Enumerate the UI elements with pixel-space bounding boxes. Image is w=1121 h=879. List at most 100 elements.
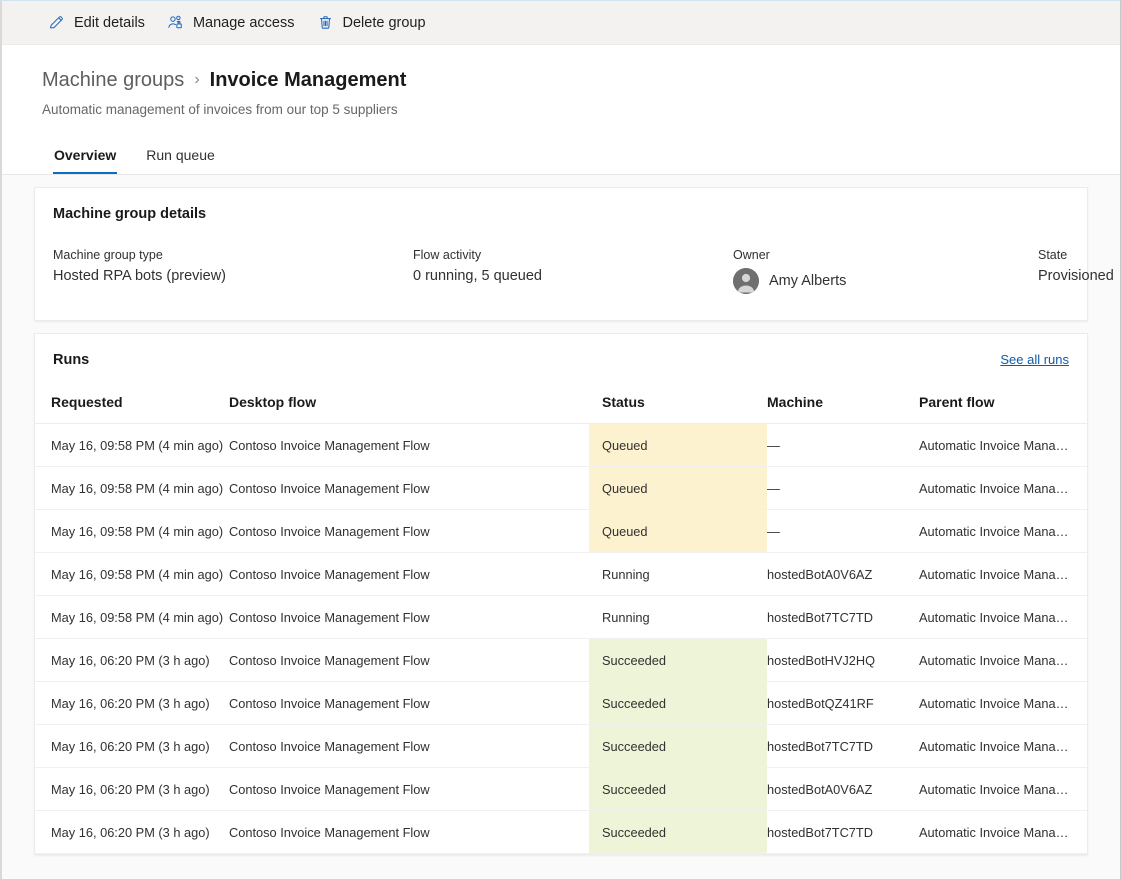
column-header-machine[interactable]: Machine [767, 394, 919, 424]
tab-run-queue[interactable]: Run queue [134, 139, 227, 174]
cell-status: Queued [589, 424, 767, 467]
cell-requested: May 16, 09:58 PM (4 min ago) [35, 424, 229, 467]
detail-label: Machine group type [53, 248, 413, 262]
table-row[interactable]: May 16, 06:20 PM (3 h ago)Contoso Invoic… [35, 768, 1087, 811]
machine-group-page: Edit details Manage access [0, 0, 1121, 879]
tab-list: Overview Run queue [42, 139, 1084, 174]
manage-access-button[interactable]: Manage access [157, 7, 305, 39]
runs-table-body: May 16, 09:58 PM (4 min ago)Contoso Invo… [35, 424, 1087, 854]
detail-state: State Provisioned [1038, 248, 1114, 294]
cell-status: Queued [589, 510, 767, 553]
cell-parent-flow: Automatic Invoice Manage… [919, 811, 1087, 854]
tab-overview-label: Overview [54, 147, 116, 163]
table-row[interactable]: May 16, 09:58 PM (4 min ago)Contoso Invo… [35, 553, 1087, 596]
cell-requested: May 16, 09:58 PM (4 min ago) [35, 467, 229, 510]
cell-parent-flow: Automatic Invoice Manage… [919, 510, 1087, 553]
runs-table: Requested Desktop flow Status Machine Pa… [35, 394, 1087, 854]
edit-details-button[interactable]: Edit details [38, 7, 155, 39]
runs-card: Runs See all runs Requested Desktop flow… [34, 333, 1088, 855]
tab-run-queue-label: Run queue [146, 147, 215, 163]
details-grid: Machine group type Hosted RPA bots (prev… [35, 222, 1087, 320]
table-row[interactable]: May 16, 09:58 PM (4 min ago)Contoso Invo… [35, 467, 1087, 510]
cell-status: Succeeded [589, 639, 767, 682]
cell-status: Succeeded [589, 768, 767, 811]
cell-requested: May 16, 09:58 PM (4 min ago) [35, 596, 229, 639]
tab-overview[interactable]: Overview [42, 139, 128, 174]
cell-machine: hostedBotQZ41RF [767, 682, 919, 725]
cell-desktop-flow: Contoso Invoice Management Flow [229, 596, 589, 639]
cell-status: Queued [589, 467, 767, 510]
detail-label: State [1038, 248, 1114, 262]
cell-parent-flow: Automatic Invoice Manage… [919, 596, 1087, 639]
cell-requested: May 16, 06:20 PM (3 h ago) [35, 811, 229, 854]
detail-owner: Owner Amy Alberts [733, 248, 1038, 294]
cell-machine: hostedBotA0V6AZ [767, 553, 919, 596]
cell-parent-flow: Automatic Invoice Manage… [919, 639, 1087, 682]
cell-machine: — [767, 467, 919, 510]
see-all-runs-link[interactable]: See all runs [1000, 352, 1069, 367]
runs-card-header: Runs See all runs [35, 334, 1087, 368]
cell-status: Succeeded [589, 725, 767, 768]
command-bar: Edit details Manage access [2, 1, 1120, 45]
column-header-requested[interactable]: Requested [35, 394, 229, 424]
cell-desktop-flow: Contoso Invoice Management Flow [229, 768, 589, 811]
machine-group-details-card: Machine group details Machine group type… [34, 187, 1088, 321]
detail-value: Provisioned [1038, 268, 1114, 284]
cell-machine: hostedBotA0V6AZ [767, 768, 919, 811]
pencil-icon [48, 14, 65, 31]
detail-value: 0 running, 5 queued [413, 268, 733, 284]
table-row[interactable]: May 16, 06:20 PM (3 h ago)Contoso Invoic… [35, 725, 1087, 768]
details-card-title: Machine group details [35, 188, 1087, 222]
cell-machine: hostedBot7TC7TD [767, 811, 919, 854]
cell-desktop-flow: Contoso Invoice Management Flow [229, 682, 589, 725]
cell-requested: May 16, 06:20 PM (3 h ago) [35, 725, 229, 768]
table-row[interactable]: May 16, 06:20 PM (3 h ago)Contoso Invoic… [35, 682, 1087, 725]
trash-icon [317, 14, 334, 31]
cell-parent-flow: Automatic Invoice Manage… [919, 424, 1087, 467]
page-subtitle: Automatic management of invoices from ou… [42, 102, 1084, 117]
cell-status: Succeeded [589, 811, 767, 854]
detail-machine-group-type: Machine group type Hosted RPA bots (prev… [53, 248, 413, 294]
cell-desktop-flow: Contoso Invoice Management Flow [229, 510, 589, 553]
people-lock-icon [167, 14, 184, 31]
cell-requested: May 16, 06:20 PM (3 h ago) [35, 682, 229, 725]
cell-requested: May 16, 06:20 PM (3 h ago) [35, 768, 229, 811]
runs-card-title: Runs [53, 352, 89, 368]
cell-requested: May 16, 09:58 PM (4 min ago) [35, 553, 229, 596]
column-header-desktop-flow[interactable]: Desktop flow [229, 394, 589, 424]
manage-access-label: Manage access [193, 15, 295, 31]
detail-label: Owner [733, 248, 1038, 262]
cell-parent-flow: Automatic Invoice Manage… [919, 467, 1087, 510]
table-row[interactable]: May 16, 06:20 PM (3 h ago)Contoso Invoic… [35, 639, 1087, 682]
table-row[interactable]: May 16, 09:58 PM (4 min ago)Contoso Invo… [35, 596, 1087, 639]
chevron-right-icon: › [194, 67, 199, 93]
table-row[interactable]: May 16, 09:58 PM (4 min ago)Contoso Invo… [35, 424, 1087, 467]
table-row[interactable]: May 16, 09:58 PM (4 min ago)Contoso Invo… [35, 510, 1087, 553]
detail-value: Hosted RPA bots (preview) [53, 268, 413, 284]
cell-parent-flow: Automatic Invoice Manage… [919, 553, 1087, 596]
cell-desktop-flow: Contoso Invoice Management Flow [229, 424, 589, 467]
cell-machine: — [767, 510, 919, 553]
delete-group-label: Delete group [343, 15, 426, 31]
delete-group-button[interactable]: Delete group [307, 7, 436, 39]
edit-details-label: Edit details [74, 15, 145, 31]
breadcrumb-parent-link[interactable]: Machine groups [42, 67, 184, 93]
column-header-status[interactable]: Status [589, 394, 767, 424]
cell-desktop-flow: Contoso Invoice Management Flow [229, 553, 589, 596]
table-row[interactable]: May 16, 06:20 PM (3 h ago)Contoso Invoic… [35, 811, 1087, 854]
cell-parent-flow: Automatic Invoice Manage… [919, 725, 1087, 768]
owner-row: Amy Alberts [733, 268, 1038, 294]
cell-requested: May 16, 06:20 PM (3 h ago) [35, 639, 229, 682]
cell-desktop-flow: Contoso Invoice Management Flow [229, 639, 589, 682]
cell-machine: hostedBotHVJ2HQ [767, 639, 919, 682]
cell-status: Running [589, 553, 767, 596]
cell-status: Succeeded [589, 682, 767, 725]
table-header-row: Requested Desktop flow Status Machine Pa… [35, 394, 1087, 424]
cell-status: Running [589, 596, 767, 639]
cell-machine: hostedBot7TC7TD [767, 725, 919, 768]
cell-machine: — [767, 424, 919, 467]
cell-desktop-flow: Contoso Invoice Management Flow [229, 467, 589, 510]
runs-table-header: Requested Desktop flow Status Machine Pa… [35, 394, 1087, 424]
column-header-parent-flow[interactable]: Parent flow [919, 394, 1087, 424]
cell-desktop-flow: Contoso Invoice Management Flow [229, 725, 589, 768]
